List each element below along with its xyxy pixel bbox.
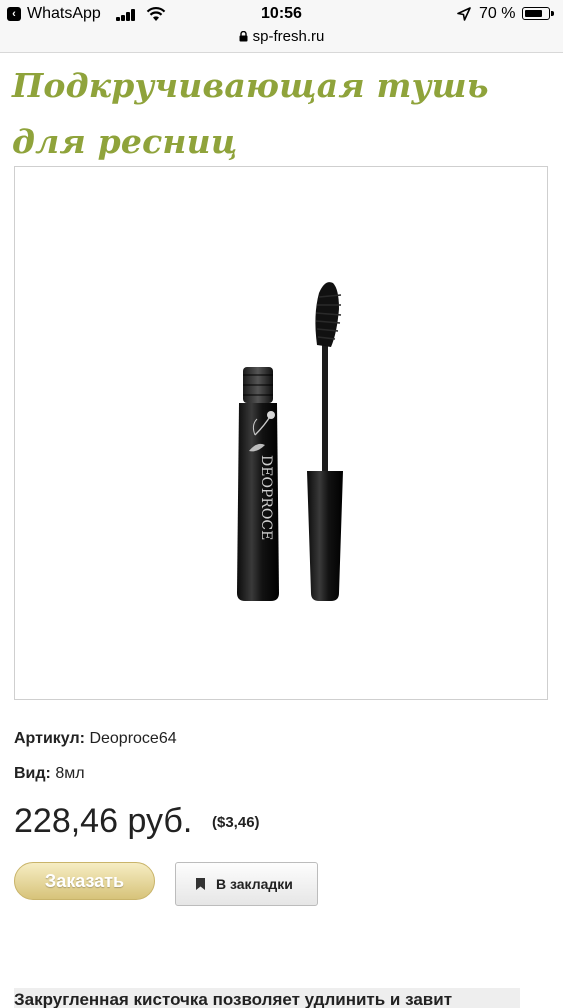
price-usd: ($3,46) [212, 814, 260, 831]
sku-row: Артикул: Deoproce64 [14, 730, 177, 748]
battery-percentage: 70 % [479, 5, 516, 22]
description: Закругленная кисточка позволяет удлинить… [14, 988, 520, 1008]
product-image-frame[interactable]: DEOPROCE [14, 166, 548, 700]
price: 228,46 руб. [14, 802, 193, 840]
location-arrow-icon [457, 7, 471, 21]
product-image: DEOPROCE [237, 282, 343, 601]
bookmark-label: В закладки [216, 876, 293, 892]
url-domain: sp-fresh.ru [252, 28, 325, 45]
bookmark-button[interactable]: В закладки [175, 862, 318, 906]
status-bar: ‹ WhatsApp 10:56 70 % [0, 0, 563, 28]
type-label: Вид: [14, 765, 51, 782]
page-title: Подкручивающая тушь для ресниц [12, 66, 489, 161]
battery-icon [522, 7, 554, 20]
type-row: Вид: 8мл [14, 765, 85, 783]
description-text: Закругленная кисточка позволяет удлинить… [14, 990, 453, 1008]
brand-on-tube: DEOPROCE [258, 455, 274, 540]
type-value: 8мл [55, 765, 85, 782]
bookmark-icon [196, 878, 205, 890]
sku-value: Deoproce64 [89, 730, 177, 747]
sku-label: Артикул: [14, 730, 85, 747]
order-button[interactable]: Заказать [14, 862, 155, 900]
address-bar[interactable]: sp-fresh.ru [0, 28, 563, 53]
lock-icon [239, 31, 248, 42]
